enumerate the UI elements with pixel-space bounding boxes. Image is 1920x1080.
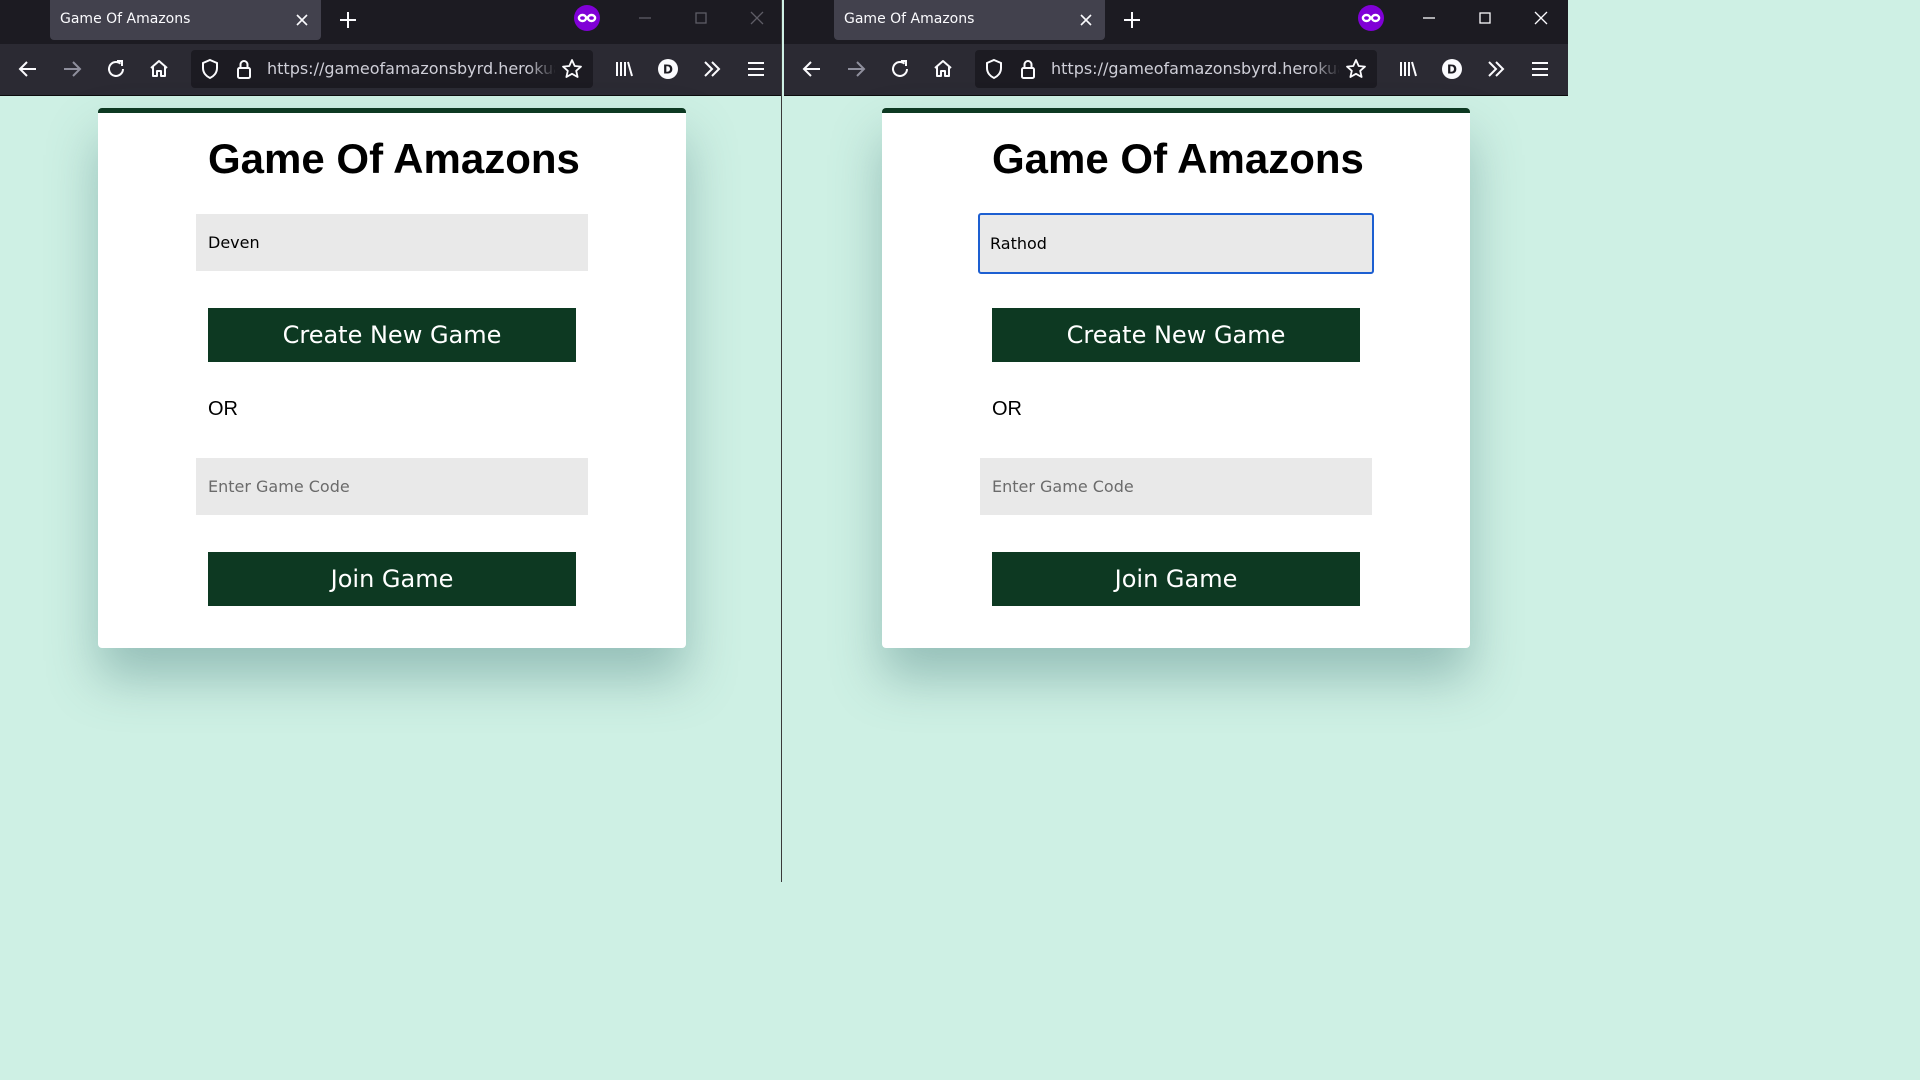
- join-game-button[interactable]: Join Game: [992, 552, 1360, 606]
- game-code-input[interactable]: [980, 458, 1372, 515]
- hamburger-menu-icon[interactable]: [1525, 54, 1555, 84]
- page-content: Game Of Amazons Create New Game OR Join …: [784, 96, 1568, 882]
- account-avatar[interactable]: D: [653, 54, 683, 84]
- forward-arrow-icon[interactable]: [57, 54, 87, 84]
- chevron-double-right-icon[interactable]: [697, 54, 727, 84]
- hamburger-menu-icon[interactable]: [741, 54, 771, 84]
- or-divider-text: OR: [992, 398, 1022, 420]
- page-content: Game Of Amazons Create New Game OR Join …: [0, 96, 781, 882]
- bookmark-star-icon[interactable]: [1341, 54, 1371, 84]
- browser-window-right: Game Of Amazons https://gameofamazonsbyr…: [784, 0, 1568, 882]
- tracking-protection-shield-icon[interactable]: [979, 54, 1009, 84]
- game-code-input[interactable]: [196, 458, 588, 515]
- new-tab-plus-icon[interactable]: [334, 6, 362, 34]
- window-close-icon[interactable]: [1526, 5, 1556, 33]
- minimize-icon[interactable]: [1414, 5, 1444, 33]
- game-lobby-card: Game Of Amazons Create New Game OR Join …: [882, 108, 1470, 648]
- url-fade: [1311, 50, 1341, 88]
- back-arrow-icon[interactable]: [797, 54, 827, 84]
- account-avatar[interactable]: D: [1437, 54, 1467, 84]
- tab-title: Game Of Amazons: [844, 11, 975, 27]
- navigation-toolbar: https://gameofamazonsbyrd.herokuapp.com …: [784, 44, 1568, 96]
- tab-title: Game Of Amazons: [60, 11, 191, 27]
- chevron-double-right-icon[interactable]: [1481, 54, 1511, 84]
- join-game-button[interactable]: Join Game: [208, 552, 576, 606]
- home-icon[interactable]: [144, 54, 174, 84]
- private-browsing-mask-icon: [573, 4, 601, 32]
- maximize-icon[interactable]: [686, 5, 716, 33]
- player-name-input[interactable]: [196, 214, 588, 271]
- avatar-initial: D: [663, 63, 673, 77]
- url-fade: [527, 50, 557, 88]
- padlock-icon[interactable]: [229, 54, 259, 84]
- avatar-initial: D: [1447, 63, 1457, 77]
- page-title: Game Of Amazons: [208, 135, 580, 182]
- url-text: https://gameofamazonsbyrd.herokuapp.com: [1051, 59, 1339, 78]
- url-text: https://gameofamazonsbyrd.herokuapp.com: [267, 59, 555, 78]
- library-icon[interactable]: [1393, 54, 1423, 84]
- game-lobby-card: Game Of Amazons Create New Game OR Join …: [98, 108, 686, 648]
- navigation-toolbar: https://gameofamazonsbyrd.herokuapp.com …: [0, 44, 781, 96]
- create-new-game-button[interactable]: Create New Game: [992, 308, 1360, 362]
- new-tab-plus-icon[interactable]: [1118, 6, 1146, 34]
- create-new-game-button[interactable]: Create New Game: [208, 308, 576, 362]
- tab-strip: Game Of Amazons: [0, 0, 781, 44]
- tab-game-of-amazons[interactable]: Game Of Amazons: [50, 0, 321, 40]
- close-icon[interactable]: [291, 9, 313, 31]
- url-bar[interactable]: https://gameofamazonsbyrd.herokuapp.com: [191, 50, 593, 88]
- page-title: Game Of Amazons: [992, 135, 1364, 182]
- bookmark-star-icon[interactable]: [557, 54, 587, 84]
- window-close-icon[interactable]: [742, 5, 772, 33]
- reload-icon[interactable]: [885, 54, 915, 84]
- private-browsing-mask-icon: [1357, 4, 1385, 32]
- close-icon[interactable]: [1075, 9, 1097, 31]
- tab-game-of-amazons[interactable]: Game Of Amazons: [834, 0, 1105, 40]
- minimize-icon[interactable]: [630, 5, 660, 33]
- home-icon[interactable]: [928, 54, 958, 84]
- browser-window-left: Game Of Amazons https://gameofamazonsbyr…: [0, 0, 782, 882]
- player-name-input[interactable]: [978, 213, 1374, 274]
- padlock-icon[interactable]: [1013, 54, 1043, 84]
- or-divider-text: OR: [208, 398, 238, 420]
- maximize-icon[interactable]: [1470, 5, 1500, 33]
- reload-icon[interactable]: [101, 54, 131, 84]
- tracking-protection-shield-icon[interactable]: [195, 54, 225, 84]
- back-arrow-icon[interactable]: [13, 54, 43, 84]
- library-icon[interactable]: [609, 54, 639, 84]
- url-bar[interactable]: https://gameofamazonsbyrd.herokuapp.com: [975, 50, 1377, 88]
- tab-strip: Game Of Amazons: [784, 0, 1568, 44]
- forward-arrow-icon[interactable]: [841, 54, 871, 84]
